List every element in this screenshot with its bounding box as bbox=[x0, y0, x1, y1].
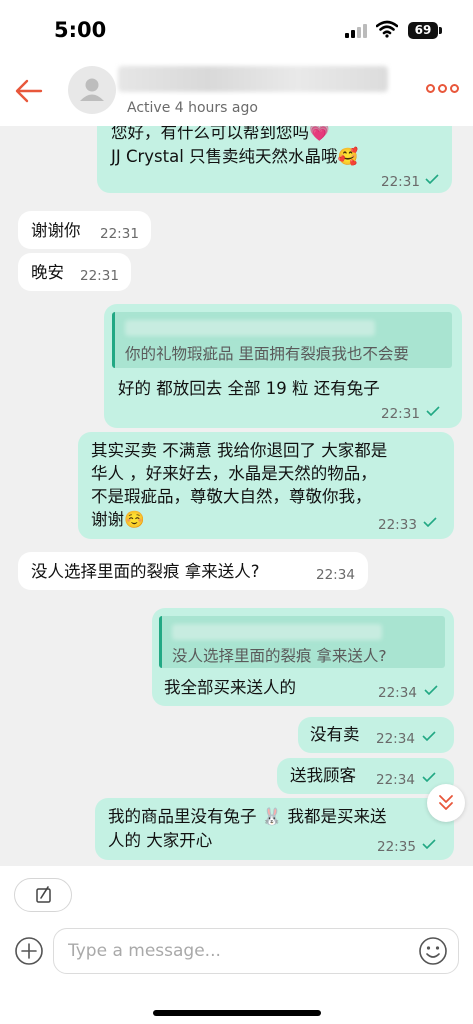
scroll-to-bottom-button[interactable] bbox=[427, 784, 465, 822]
message-list[interactable]: 您好，有什么可以帮到您吗💗 JJ Crystal 只售卖纯天然水晶哦🥰 22:3… bbox=[0, 126, 473, 866]
contact-status: Active 4 hours ago bbox=[127, 100, 258, 116]
read-check-icon bbox=[422, 839, 436, 849]
message-time: 22:34 bbox=[376, 772, 415, 788]
plus-circle-icon[interactable] bbox=[14, 936, 44, 966]
back-arrow-icon[interactable] bbox=[14, 76, 44, 106]
read-check-icon bbox=[422, 731, 436, 741]
message-bubble-incoming[interactable]: 没人选择里面的裂痕 拿来送人? 22:34 bbox=[18, 552, 368, 590]
wifi-icon bbox=[376, 20, 398, 38]
message-text: 没有卖 bbox=[310, 725, 360, 744]
message-text: JJ Crystal 只售卖纯天然水晶哦🥰 bbox=[111, 147, 359, 166]
read-check-icon bbox=[426, 406, 440, 416]
quoted-text: 没人选择里面的裂痕 拿来送人? bbox=[172, 647, 387, 665]
quoted-message[interactable]: ██████████ 没人选择里面的裂痕 拿来送人? bbox=[159, 616, 445, 668]
message-bubble-outgoing[interactable]: ██████████ 没人选择里面的裂痕 拿来送人? 我全部买来送人的 22:3… bbox=[152, 608, 454, 706]
message-input[interactable] bbox=[53, 928, 459, 974]
composer bbox=[0, 866, 473, 1024]
chat-header: ████████████████ Active 4 hours ago bbox=[0, 58, 473, 126]
message-text: 我全部买来送人的 bbox=[164, 678, 296, 697]
message-time: 22:34 bbox=[378, 685, 417, 701]
message-time: 22:34 bbox=[376, 731, 415, 747]
status-time: 5:00 bbox=[54, 18, 107, 42]
double-chevron-down-icon bbox=[439, 795, 453, 810]
message-time: 22:35 bbox=[377, 839, 416, 855]
message-text: 我的商品里没有兔子 🐰 我都是买来送 bbox=[108, 807, 387, 826]
battery-indicator: 69 bbox=[408, 22, 438, 39]
message-time: 22:31 bbox=[80, 268, 119, 284]
message-text: 好的 都放回去 全部 19 粒 还有兔子 bbox=[118, 379, 380, 398]
message-bubble-outgoing[interactable]: 没有卖 22:34 bbox=[298, 717, 454, 753]
avatar-placeholder-icon bbox=[80, 78, 104, 101]
edit-note-icon bbox=[36, 886, 51, 903]
message-bubble-incoming[interactable]: 谢谢你 22:31 bbox=[18, 211, 151, 249]
contact-name[interactable]: ████████████████ bbox=[118, 66, 388, 92]
avatar[interactable] bbox=[68, 66, 116, 114]
message-text: 华人 ，好来好去，水晶是天然的物品， bbox=[91, 464, 377, 483]
read-check-icon bbox=[424, 685, 438, 695]
message-text: 晚安 bbox=[31, 263, 64, 282]
message-text: 您好，有什么可以帮到您吗💗 bbox=[111, 126, 330, 142]
message-text: 谢谢☺️ bbox=[91, 510, 145, 529]
edit-note-button[interactable] bbox=[14, 878, 72, 912]
message-time: 22:31 bbox=[100, 226, 139, 242]
quoted-author: ██████████ bbox=[125, 320, 375, 336]
home-indicator bbox=[153, 1010, 321, 1016]
message-bubble-outgoing[interactable]: 其实买卖 不满意 我给你退回了 大家都是 华人 ，好来好去，水晶是天然的物品， … bbox=[78, 432, 454, 539]
message-text: 谢谢你 bbox=[31, 221, 81, 240]
message-bubble-outgoing[interactable]: 我的商品里没有兔子 🐰 我都是买来送 人的 大家开心 22:35 bbox=[95, 798, 454, 860]
status-bar: 5:00 69 bbox=[0, 0, 473, 58]
quoted-text: 你的礼物瑕疵品 里面拥有裂痕我也不会要 bbox=[125, 345, 409, 363]
message-bubble-outgoing[interactable]: ██████████ 你的礼物瑕疵品 里面拥有裂痕我也不会要 好的 都放回去 全… bbox=[104, 304, 462, 428]
message-time: 22:31 bbox=[381, 406, 420, 422]
message-text: 其实买卖 不满意 我给你退回了 大家都是 bbox=[91, 441, 388, 460]
message-text: 没人选择里面的裂痕 拿来送人? bbox=[31, 562, 260, 581]
smiley-icon[interactable] bbox=[418, 936, 448, 966]
battery-tip bbox=[439, 27, 442, 34]
message-text: 人的 大家开心 bbox=[108, 831, 213, 850]
message-bubble-outgoing[interactable]: 您好，有什么可以帮到您吗💗 JJ Crystal 只售卖纯天然水晶哦🥰 22:3… bbox=[97, 126, 452, 193]
cellular-signal-icon bbox=[345, 24, 369, 38]
message-time: 22:33 bbox=[378, 517, 417, 533]
read-check-icon bbox=[423, 517, 437, 527]
quoted-author: ██████████ bbox=[172, 624, 382, 640]
message-text: 不是瑕疵品，尊敬大自然，尊敬你我， bbox=[91, 487, 372, 506]
quoted-message[interactable]: ██████████ 你的礼物瑕疵品 里面拥有裂痕我也不会要 bbox=[112, 312, 452, 368]
more-dots-icon[interactable] bbox=[426, 84, 462, 96]
message-time: 22:31 bbox=[381, 174, 420, 190]
message-bubble-incoming[interactable]: 晚安 22:31 bbox=[18, 253, 131, 291]
message-text: 送我顾客 bbox=[290, 766, 356, 785]
read-check-icon bbox=[422, 772, 436, 782]
read-check-icon bbox=[425, 174, 439, 184]
message-time: 22:34 bbox=[316, 567, 355, 583]
